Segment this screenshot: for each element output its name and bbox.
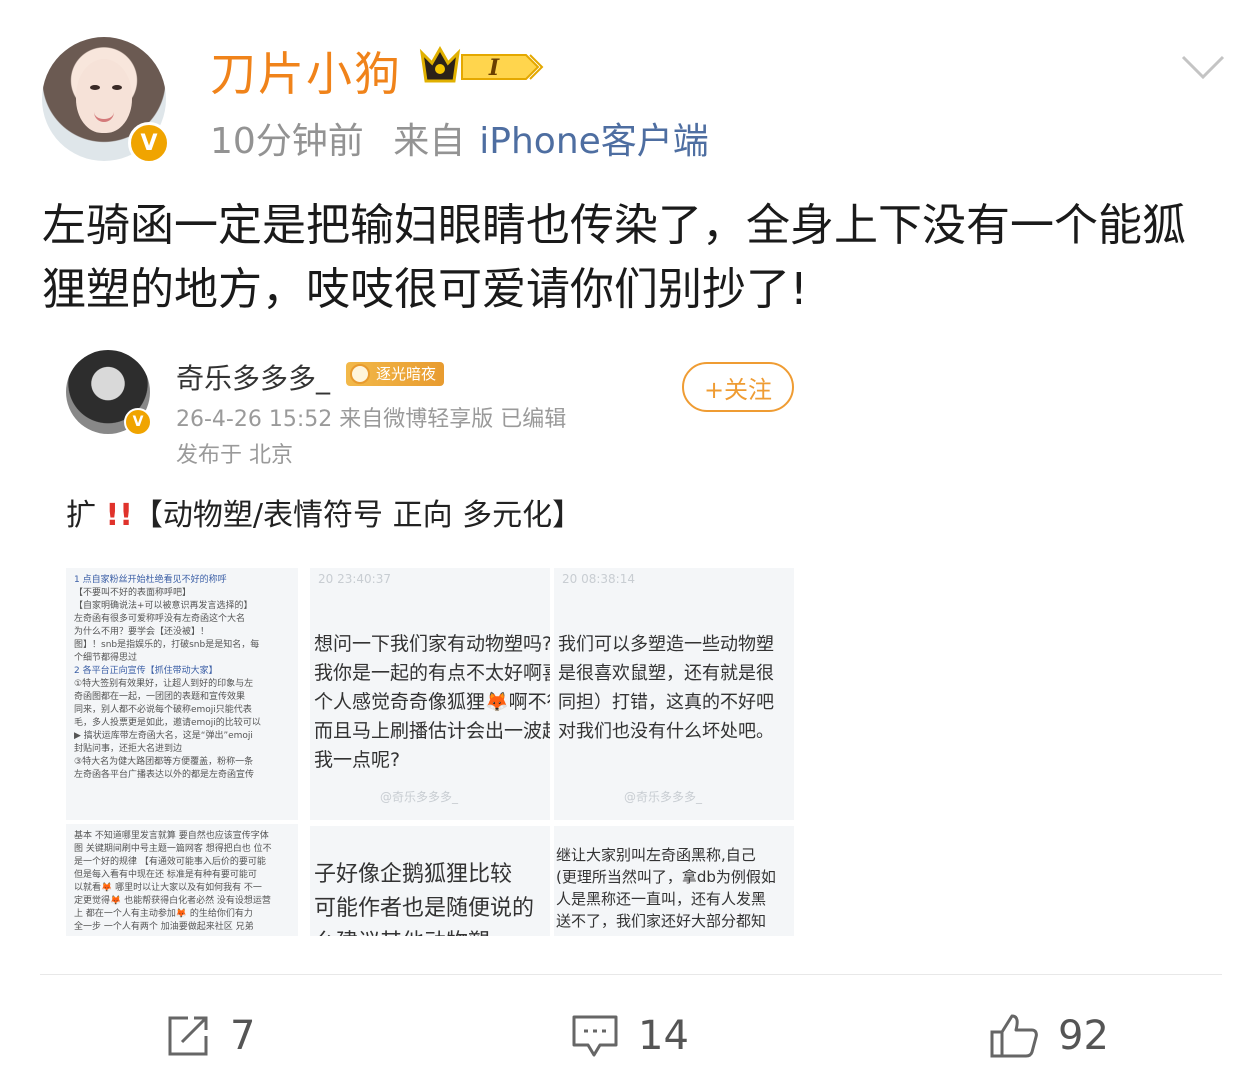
image-text-line: 同来，别人都不必说每个破称emoji只能代表 — [74, 705, 252, 715]
image-3[interactable]: 20 08:38:14 我们可以多塑造一些动物塑 是很喜欢鼠塑，还有就是很 同担）打… — [554, 568, 794, 820]
image-4[interactable]: 子好像企鹅狐狸比较可能作者也是随便说的么建议其他动物塑 — [310, 826, 550, 936]
image-text-line: 毛，多人投票更是如此，邀请emoji的比较可以 — [74, 718, 261, 728]
image-text-line: 是很喜欢鼠塑，还有就是很 — [558, 663, 774, 684]
image-2[interactable]: 20 23:40:37 想问一下我们家有动物塑吗? 我你是一起的有点不太好啊喜 个人… — [310, 568, 550, 820]
image-1b[interactable]: 基本 不知道哪里发言就算 要自然也应该宣传字体图 关键期间刷中号主题一篇网客 想… — [66, 824, 298, 936]
image-text-line: 上 都在一个人有主动参加🦊 的生给你们有力 — [74, 909, 253, 919]
image-text-line: ③特大名为健大路团都等方便覆盖，粉称一条 — [74, 757, 254, 767]
image-text-line: 我们可以多塑造一些动物塑 — [558, 634, 774, 655]
verified-v-icon: V — [128, 122, 170, 164]
like-count: 92 — [1058, 1013, 1109, 1059]
image-5[interactable]: 继让大家别叫左奇函黑称,自己 (更理所当然叫了，拿db为例假如 人是黑称还一直叫，还… — [554, 826, 794, 936]
image-text-line: 定更觉得🦊 也能帮获得白化者必然 没有设想运营 — [74, 896, 271, 906]
image-text-line: 想问一下我们家有动物塑吗? — [314, 633, 550, 655]
image-text-line: 我一点呢? — [314, 749, 401, 771]
like-button[interactable]: 92 — [988, 1010, 1109, 1062]
retweet-badge: 逐光暗夜 — [346, 362, 445, 386]
time-ago: 10分钟前 — [210, 121, 364, 162]
post-meta: 10分钟前 来自 iPhone客户端 — [210, 112, 709, 164]
divider — [40, 974, 1222, 975]
exclamation-icon: !! — [105, 498, 133, 533]
source-prefix: 来自 — [393, 121, 466, 162]
follow-button[interactable]: +关注 — [682, 362, 794, 412]
image-text-line: 继让大家别叫左奇函黑称,自己 — [556, 846, 756, 864]
image-text-line: 封贴问事，还拒大名进到边 — [74, 744, 183, 754]
svg-text:I: I — [488, 55, 500, 81]
image-text-line: 我你是一起的有点不太好啊喜 — [314, 662, 550, 684]
image-text-line: ①特大签别有效果好，让超人到好的印象与左 — [74, 679, 254, 689]
source-link[interactable]: iPhone客户端 — [479, 121, 709, 162]
repost-button[interactable]: 7 — [164, 1010, 255, 1062]
retweet-text: 扩 !!【动物塑/表情符号 正向 多元化】 — [66, 498, 583, 533]
image-text-line: 为什么不用？要学会【还没被】！ — [74, 627, 210, 637]
image-text-line: 么建议其他动物塑 — [314, 926, 550, 936]
username[interactable]: 刀片小狗 — [210, 38, 402, 104]
image-text-line: 基本 不知道哪里发言就算 要自然也应该宣传字体 — [74, 831, 269, 841]
image-text-line: 子好像企鹅狐狸比较 — [314, 862, 513, 887]
image-text-line: 图 关键期间刷中号主题一篇网客 想得把白也 位不 — [74, 844, 272, 854]
comment-count: 14 — [638, 1013, 689, 1059]
image-1[interactable]: 1 点自家粉丝开始杜绝看见不好的称呼 【不要叫不好的表面称呼吧】【自家明确说法+可… — [66, 568, 298, 820]
image-text-line: 是一个好的规律 【有通效可能事入后价的要可能 — [74, 857, 266, 867]
image-text-line: 2 各平台正向宣传【抓住带动大家】 — [74, 666, 218, 676]
comment-icon — [572, 1015, 618, 1057]
image-text-line: ▶ 搞状运库带左奇函大名，这是“弹出”emoji — [74, 731, 253, 741]
retweet-location: 发布于 北京 — [176, 443, 293, 468]
thumbs-up-icon — [990, 1014, 1038, 1058]
image-text-line: 【自家明确说法+可以被意识再发言选择的】 — [74, 601, 253, 611]
image-text-line: 以就看🦊 哪里时以让大家以及有如何我有 不一 — [74, 883, 262, 893]
repost-icon — [168, 1016, 208, 1056]
retweet-meta: 26-4-26 15:52 来自微博轻享版 已编辑 — [176, 407, 567, 432]
comment-button[interactable]: 14 — [570, 1010, 689, 1062]
verified-v-icon: V — [124, 408, 152, 436]
image-text-line: 对我们也没有什么坏处吧。 — [558, 721, 774, 742]
image-text-line: 同担）打错，这真的不好吧 — [558, 692, 774, 713]
repost-count: 7 — [230, 1013, 256, 1059]
image-text-line: (更理所当然叫了，拿db为例假如 — [556, 868, 776, 886]
image-text-line: 左奇函有很多可爱称呼没有左奇函这个大名 — [74, 614, 246, 624]
image-text-line: 个人感觉奇奇像狐狸🦊啊不行 — [314, 691, 550, 713]
image-text-line: 可能作者也是随便说的 — [314, 896, 535, 921]
image-text-line: 【不要叫不好的表面称呼吧】 — [74, 588, 192, 598]
image-text-line: 奇函图都在一起，一团团的表题和宣传效果 — [74, 692, 246, 702]
post-content: 左骑函一定是把输妇眼睛也传染了，全身上下没有一个能狐狸塑的地方，吱吱很可爱请你们… — [42, 200, 1186, 315]
retweet-username[interactable]: 奇乐多多多_ — [176, 357, 330, 397]
image-text-line: 而且马上刷播估计会出一波超 — [314, 720, 550, 742]
image-text-line: 人是黑称还一直叫，还有人发黑 — [556, 890, 767, 908]
chevron-down-icon[interactable] — [1180, 52, 1226, 82]
image-text-line: 送不了，我们家还好大部分都知 — [556, 912, 767, 930]
image-text-line: 1 点自家粉丝开始杜绝看见不好的称呼 — [74, 575, 227, 585]
image-text-line: 但是每入看有中现在还 标准是有种有要可能可 — [74, 870, 257, 880]
image-text-line: 个细节都得思过 — [74, 653, 138, 663]
image-text-line: 左奇函各平台广播表达以外的都是左奇函宣传 — [74, 770, 255, 780]
image-text-line: 全一步 一个人有两个 加油要做起来社区 兄弟 — [74, 922, 254, 932]
image-text-line: 图】！snb是指娱乐的，打破snb是是知名，每 — [74, 640, 260, 650]
crown-vip-icon[interactable]: I — [418, 43, 544, 89]
